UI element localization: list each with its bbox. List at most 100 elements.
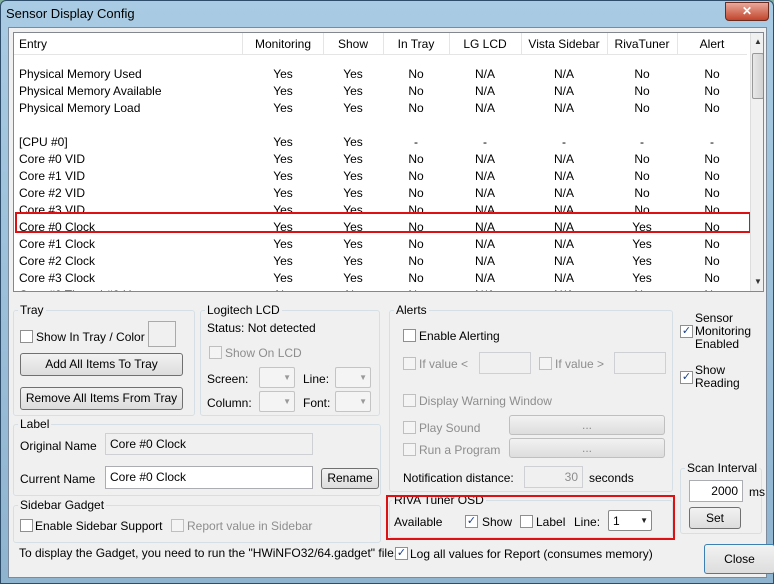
current-name-label: Current Name xyxy=(20,472,96,486)
display-warning-label: Display Warning Window xyxy=(419,394,552,408)
table-cell: No xyxy=(323,288,383,291)
table-cell: - xyxy=(562,135,566,149)
sensor-list[interactable]: Entry Monitoring Show In Tray LG LCD Vis… xyxy=(13,32,764,292)
report-in-sidebar-checkbox[interactable] xyxy=(171,519,184,532)
table-cell: No xyxy=(634,67,650,81)
table-cell: No xyxy=(704,169,720,183)
show-in-tray-checkbox[interactable] xyxy=(20,330,33,343)
table-cell: - xyxy=(640,135,644,149)
chevron-down-icon: ▼ xyxy=(283,373,291,382)
display-warning-checkbox[interactable] xyxy=(403,394,416,407)
table-row[interactable]: Core #0 Thread #0 UsageNoNoNoN/AN/ANoNo xyxy=(14,287,747,291)
play-sound-checkbox[interactable] xyxy=(403,421,416,434)
table-row[interactable]: [CPU #0] Yes Yes - - - - - xyxy=(14,134,747,151)
chevron-down-icon: ▼ xyxy=(359,373,367,382)
table-cell: Yes xyxy=(273,135,293,149)
chevron-down-icon: ▼ xyxy=(359,397,367,406)
play-sound-label: Play Sound xyxy=(419,421,481,435)
scroll-thumb[interactable] xyxy=(752,53,763,99)
screen-combo[interactable]: ▼ xyxy=(259,367,295,388)
scroll-down-arrow-icon[interactable]: ▼ xyxy=(752,275,763,289)
table-cell: Yes xyxy=(632,271,652,285)
log-all-values-label: Log all values for Report (consumes memo… xyxy=(410,547,653,561)
enable-sidebar-checkbox[interactable] xyxy=(20,519,33,532)
table-cell: N/A xyxy=(553,152,574,166)
col-show[interactable]: Show xyxy=(323,37,383,51)
notification-distance-input[interactable]: 30 xyxy=(524,466,583,488)
logitech-lcd-group: Logitech LCD Status: Not detected Show O… xyxy=(200,303,380,416)
add-all-to-tray-button[interactable]: Add All Items To Tray xyxy=(20,353,183,376)
play-sound-browse-button[interactable]: ... xyxy=(509,415,665,435)
close-window-button[interactable]: ✕ xyxy=(725,2,769,21)
table-row[interactable]: Physical Memory Available Yes Yes No N/A N/A N… xyxy=(14,83,747,100)
table-row[interactable]: Core #2 VID Yes Yes No N/A N/A No No xyxy=(14,185,747,202)
table-row[interactable]: Physical Memory Used Yes Yes No N/A N/A No No xyxy=(14,66,747,83)
table-cell: N/A xyxy=(553,237,574,251)
table-row[interactable]: Core #1 Clock Yes Yes No N/A N/A Yes No xyxy=(14,236,747,253)
chevron-down-icon: ▼ xyxy=(283,397,291,406)
table-cell: N/A xyxy=(474,169,495,183)
col-rivatuner[interactable]: RivaTuner xyxy=(607,37,677,51)
scroll-up-arrow-icon[interactable]: ▲ xyxy=(752,35,763,49)
show-in-tray-label: Show In Tray / Color xyxy=(36,330,145,344)
table-cell: N/A xyxy=(553,67,574,81)
col-in-tray[interactable]: In Tray xyxy=(383,37,449,51)
table-cell: No xyxy=(704,186,720,200)
if-value-less-input[interactable] xyxy=(479,352,531,374)
table-cell: No xyxy=(383,288,449,291)
run-program-browse-button[interactable]: ... xyxy=(509,438,665,458)
col-lg-lcd[interactable]: LG LCD xyxy=(449,37,521,51)
log-all-values-checkbox[interactable]: ✓ xyxy=(395,547,408,560)
original-name-label: Original Name xyxy=(20,439,97,453)
rename-button[interactable]: Rename xyxy=(321,468,379,489)
if-value-greater-input[interactable] xyxy=(614,352,666,374)
table-cell: - xyxy=(710,135,714,149)
table-row[interactable]: Core #1 VID Yes Yes No N/A N/A No No xyxy=(14,168,747,185)
scan-interval-group: Scan Interval 2000 ms Set xyxy=(680,461,765,534)
col-entry[interactable]: Entry xyxy=(19,37,47,51)
table-cell: Yes xyxy=(343,237,363,251)
col-alert[interactable]: Alert xyxy=(677,37,747,51)
if-value-less-label: If value < xyxy=(419,357,469,371)
table-cell: No xyxy=(607,288,677,291)
table-cell: No xyxy=(634,169,650,183)
table-cell: Core #0 Thread #0 Usage xyxy=(19,288,158,291)
show-reading-checkbox[interactable]: ✓ xyxy=(680,371,693,384)
if-value-greater-checkbox[interactable] xyxy=(539,357,552,370)
title-bar[interactable]: Sensor Display Config ✕ xyxy=(1,1,773,27)
table-row[interactable] xyxy=(14,117,747,134)
table-cell: N/A xyxy=(474,84,495,98)
enable-alerting-label: Enable Alerting xyxy=(419,329,500,343)
current-name-input[interactable]: Core #0 Clock xyxy=(105,466,313,489)
table-row[interactable]: Core #0 VID Yes Yes No N/A N/A No No xyxy=(14,151,747,168)
column-combo[interactable]: ▼ xyxy=(259,391,295,412)
set-button[interactable]: Set xyxy=(689,507,741,529)
scan-interval-input[interactable]: 2000 xyxy=(689,480,743,502)
col-monitoring[interactable]: Monitoring xyxy=(243,37,323,51)
table-cell: N/A xyxy=(474,237,495,251)
alerts-group: Alerts Enable Alerting If value < If val… xyxy=(389,303,673,492)
close-button[interactable]: Close xyxy=(704,544,774,574)
table-cell: No xyxy=(408,271,424,285)
alerts-title: Alerts xyxy=(394,303,429,317)
col-vista-sidebar[interactable]: Vista Sidebar xyxy=(521,37,607,51)
if-value-less-checkbox[interactable] xyxy=(403,357,416,370)
show-on-lcd-checkbox[interactable] xyxy=(209,346,222,359)
lcd-status: Status: Not detected xyxy=(207,321,316,335)
table-cell: Yes xyxy=(273,271,293,285)
enable-alerting-checkbox[interactable] xyxy=(403,329,416,342)
list-scrollbar[interactable]: ▲ ▼ xyxy=(750,33,763,291)
table-row[interactable]: Core #2 Clock Yes Yes No N/A N/A Yes No xyxy=(14,253,747,270)
run-program-checkbox[interactable] xyxy=(403,443,416,456)
sensor-monitoring-checkbox[interactable]: ✓ xyxy=(680,325,693,338)
table-row[interactable]: Core #3 Clock Yes Yes No N/A N/A Yes No xyxy=(14,270,747,287)
tray-color-swatch[interactable] xyxy=(148,321,176,347)
remove-all-from-tray-button[interactable]: Remove All Items From Tray xyxy=(20,387,183,410)
table-cell: Core #3 Clock xyxy=(19,271,96,285)
table-row[interactable]: Physical Memory Load Yes Yes No N/A N/A No No xyxy=(14,100,747,117)
table-cell: N/A xyxy=(521,288,607,291)
column-label: Column: xyxy=(207,396,252,410)
font-combo[interactable]: ▼ xyxy=(335,391,371,412)
table-cell: Physical Memory Load xyxy=(19,101,141,115)
line-combo[interactable]: ▼ xyxy=(335,367,371,388)
